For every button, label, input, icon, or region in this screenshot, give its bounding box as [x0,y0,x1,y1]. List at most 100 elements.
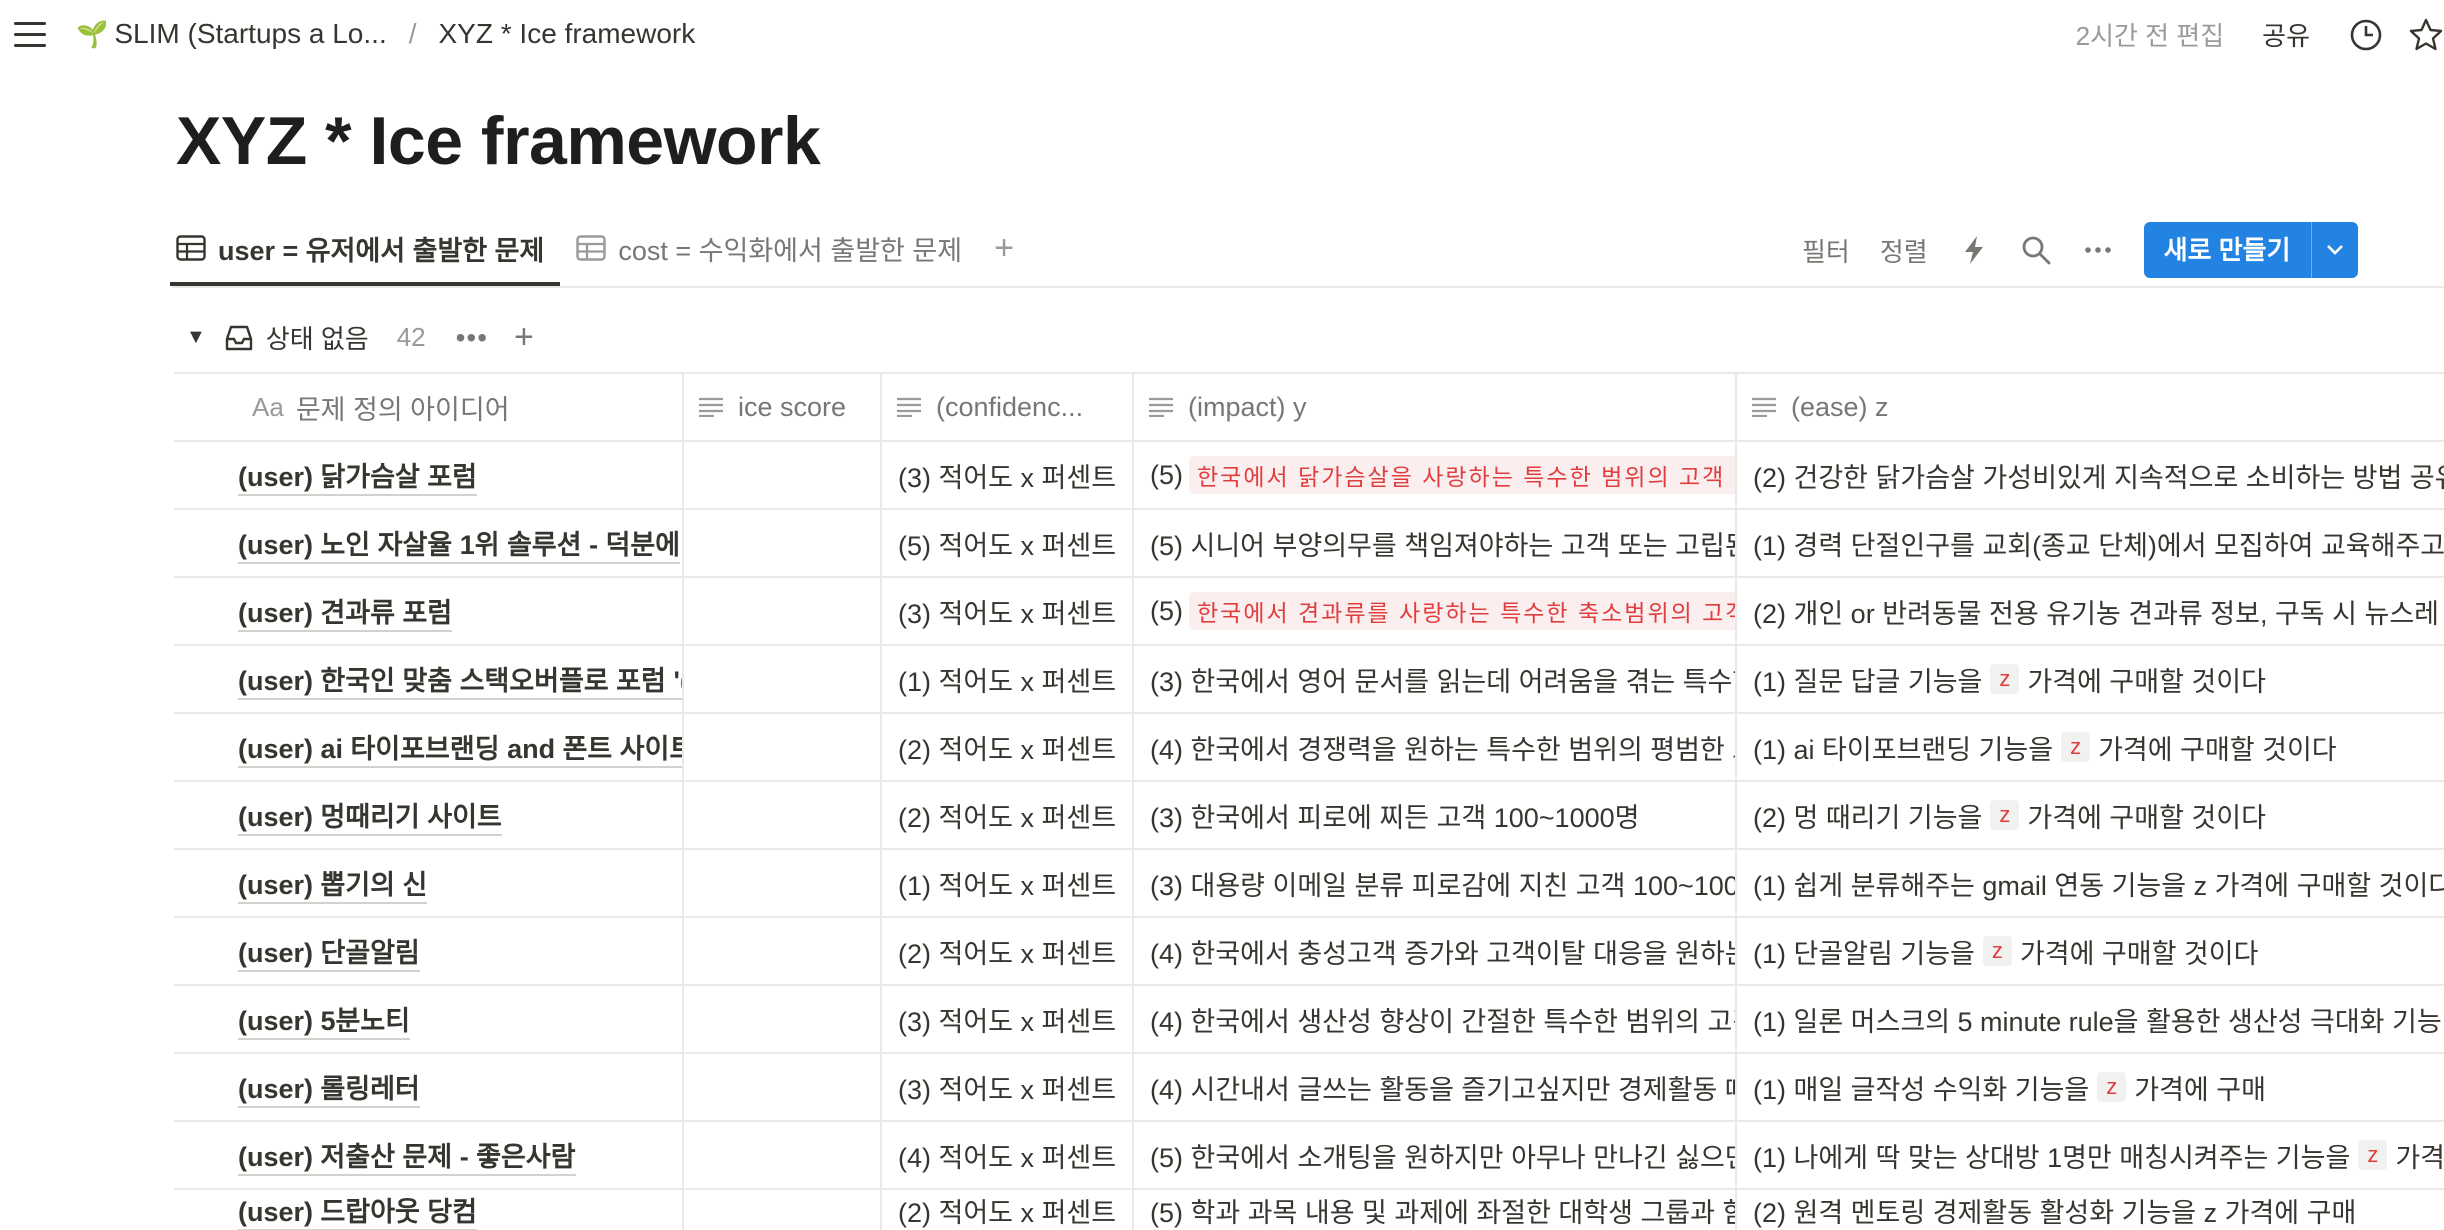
cell-confidence[interactable]: (3) 적어도 x 퍼센트 [882,442,1134,508]
row-title-link[interactable]: (user) 한국인 맞춤 스택오버플로 포럼 '( [238,659,682,700]
cell-confidence[interactable]: (3) 적어도 x 퍼센트 [882,1054,1134,1120]
new-button-label[interactable]: 새로 만들기 [2144,222,2311,278]
table-row[interactable]: (user) 단골알림 (2) 적어도 x 퍼센트 (4) 한국에서 충성고객 증가… [174,918,2444,986]
cell-confidence[interactable]: (2) 적어도 x 퍼센트 [882,1190,1134,1230]
cell-ease[interactable]: (1) 단골알림 기능을 z 가격에 구매할 것이다 [1737,918,2444,984]
cell-impact[interactable]: (3) 한국에서 피로에 찌든 고객 100~1000명 [1134,782,1737,848]
cell-confidence[interactable]: (2) 적어도 x 퍼센트 [882,782,1134,848]
cell-confidence[interactable]: (2) 적어도 x 퍼센트 [882,714,1134,780]
cell-ease[interactable]: (1) ai 타이포브랜딩 기능을 z 가격에 구매할 것이다 [1737,714,2444,780]
cell-ice-score[interactable] [684,442,882,508]
cell-ice-score[interactable] [684,1054,882,1120]
add-view-icon[interactable]: + [994,229,1014,268]
cell-ease[interactable]: (2) 개인 or 반려동물 전용 유기농 견과류 정보, 구독 시 뉴스레 [1737,578,2444,644]
row-title-link[interactable]: (user) 뽑기의 신 [238,863,428,904]
group-add-icon[interactable]: + [514,318,534,357]
table-row[interactable]: (user) ai 타이포브랜딩 and 폰트 사이트 (2) 적어도 x 퍼센트… [174,714,2444,782]
cell-idea[interactable]: (user) 견과류 포럼 [174,578,684,644]
cell-idea[interactable]: (user) 노인 자살율 1위 솔루션 - 덕분에 [174,510,684,576]
table-row[interactable]: (user) 멍때리기 사이트 (2) 적어도 x 퍼센트 (3) 한국에서 피로에… [174,782,2444,850]
column-header-ease[interactable]: (ease) z [1737,374,2444,440]
cell-ease[interactable]: (1) 나에게 딱 맞는 상대방 1명만 매칭시켜주는 기능을 z 가격 [1737,1122,2444,1188]
cell-impact[interactable]: (5) 한국에서 닭가슴살을 사랑하는 특수한 범위의 고객 1 [1134,442,1737,508]
row-title-link[interactable]: (user) 견과류 포럼 [238,591,453,632]
table-row[interactable]: (user) 한국인 맞춤 스택오버플로 포럼 '((1) 적어도 x 퍼센트 (… [174,646,2444,714]
cell-confidence[interactable]: (2) 적어도 x 퍼센트 [882,918,1134,984]
cell-ease[interactable]: (2) 멍 때리기 기능을 z 가격에 구매할 것이다 [1737,782,2444,848]
cell-idea[interactable]: (user) 5분노티 [174,986,684,1052]
breadcrumb-page[interactable]: XYZ * Ice framework [439,18,696,50]
table-row[interactable]: (user) 노인 자살율 1위 솔루션 - 덕분에 (5) 적어도 x 퍼센트 (… [174,510,2444,578]
row-title-link[interactable]: (user) ai 타이포브랜딩 and 폰트 사이트 [238,727,682,768]
cell-idea[interactable]: (user) 뽑기의 신 [174,850,684,916]
cell-ease[interactable]: (2) 건강한 닭가슴살 가성비있게 지속적으로 소비하는 방법 공유 [1737,442,2444,508]
table-row[interactable]: (user) 뽑기의 신 (1) 적어도 x 퍼센트 (3) 대용량 이메일 분류 … [174,850,2444,918]
cell-confidence[interactable]: (1) 적어도 x 퍼센트 [882,646,1134,712]
cell-idea[interactable]: (user) 단골알림 [174,918,684,984]
cell-confidence[interactable]: (5) 적어도 x 퍼센트 [882,510,1134,576]
group-more-icon[interactable]: ••• [456,322,488,354]
cell-impact[interactable]: (5) 학과 과목 내용 및 과제에 좌절한 대학생 그룹과 함 [1134,1190,1737,1230]
row-title-link[interactable]: (user) 멍때리기 사이트 [238,795,502,836]
cell-ice-score[interactable] [684,986,882,1052]
row-title-link[interactable]: (user) 롤링레터 [238,1067,420,1108]
cell-ice-score[interactable] [684,1122,882,1188]
cell-impact[interactable]: (4) 한국에서 경쟁력을 원하는 특수한 범위의 평범한 고 [1134,714,1737,780]
table-row[interactable]: (user) 드랍아웃 당컴 (2) 적어도 x 퍼센트 (5) 학과 과목 내용 … [174,1190,2444,1230]
column-header-impact[interactable]: (impact) y [1134,374,1737,440]
cell-ease[interactable]: (2) 원격 멘토링 경제활동 활성화 기능을 z 가격에 구매 [1737,1190,2444,1230]
cell-impact[interactable]: (3) 대용량 이메일 분류 피로감에 지친 고객 100~1000 [1134,850,1737,916]
column-header-idea[interactable]: Aa 문제 정의 아이디어 [174,374,684,440]
cell-ice-score[interactable] [684,918,882,984]
cell-ice-score[interactable] [684,510,882,576]
row-title-link[interactable]: (user) 노인 자살율 1위 솔루션 - 덕분에 [238,523,681,564]
search-icon[interactable] [2020,234,2052,266]
row-title-link[interactable]: (user) 5분노티 [238,999,411,1040]
cell-ease[interactable]: (1) 경력 단절인구를 교회(종교 단체)에서 모집하여 교육해주고 [1737,510,2444,576]
table-row[interactable]: (user) 롤링레터 (3) 적어도 x 퍼센트 (4) 시간내서 글쓰는 활동을… [174,1054,2444,1122]
table-row[interactable]: (user) 5분노티 (3) 적어도 x 퍼센트 (4) 한국에서 생산성 향상이… [174,986,2444,1054]
cell-ease[interactable]: (1) 쉽게 분류해주는 gmail 연동 기능을 z 가격에 구매할 것이다 [1737,850,2444,916]
cell-ice-score[interactable] [684,782,882,848]
cell-impact[interactable]: (5) 시니어 부양의무를 책임져야하는 고객 또는 고립된 [1134,510,1737,576]
tab-user[interactable]: user = 유저에서 출발한 문제 [169,222,561,286]
more-icon[interactable] [2082,234,2114,266]
cell-idea[interactable]: (user) 멍때리기 사이트 [174,782,684,848]
star-icon[interactable] [2408,17,2444,53]
cell-idea[interactable]: (user) 닭가슴살 포럼 [174,442,684,508]
new-button[interactable]: 새로 만들기 [2143,222,2358,278]
cell-idea[interactable]: (user) 한국인 맞춤 스택오버플로 포럼 '( [174,646,684,712]
table-row[interactable]: (user) 견과류 포럼 (3) 적어도 x 퍼센트 (5) 한국에서 견과류를 사… [174,578,2444,646]
cell-impact[interactable]: (5) 한국에서 견과류를 사랑하는 특수한 축소범위의 고객 [1134,578,1737,644]
table-row[interactable]: (user) 저출산 문제 - 좋은사람 (4) 적어도 x 퍼센트 (5) 한국에… [174,1122,2444,1190]
cell-impact[interactable]: (3) 한국에서 영어 문서를 읽는데 어려움을 겪는 특수한 [1134,646,1737,712]
cell-idea[interactable]: (user) 롤링레터 [174,1054,684,1120]
cell-ice-score[interactable] [684,1190,882,1230]
cell-idea[interactable]: (user) ai 타이포브랜딩 and 폰트 사이트 [174,714,684,780]
lightning-icon[interactable] [1958,234,1990,266]
column-header-ice-score[interactable]: ice score [684,374,882,440]
cell-ice-score[interactable] [684,714,882,780]
cell-confidence[interactable]: (3) 적어도 x 퍼센트 [882,578,1134,644]
row-title-link[interactable]: (user) 단골알림 [238,931,420,972]
menu-icon[interactable] [14,22,46,48]
filter-button[interactable]: 필터 [1802,232,1850,269]
chevron-down-icon[interactable] [2310,222,2358,278]
cell-impact[interactable]: (5) 한국에서 소개팅을 원하지만 아무나 만나긴 싫으면 [1134,1122,1737,1188]
cell-impact[interactable]: (4) 한국에서 생산성 향상이 간절한 특수한 범위의 고객 [1134,986,1737,1052]
cell-ease[interactable]: (1) 일론 머스크의 5 minute rule을 활용한 생산성 극대화 기… [1737,986,2444,1052]
breadcrumb-workspace[interactable]: SLIM (Startups a Lo... [114,18,386,50]
collapse-triangle-icon[interactable]: ▼ [186,326,206,349]
cell-ice-score[interactable] [684,578,882,644]
cell-ease[interactable]: (1) 매일 글작성 수익화 기능을 z 가격에 구매 [1737,1054,2444,1120]
row-title-link[interactable]: (user) 저출산 문제 - 좋은사람 [238,1135,576,1176]
share-button[interactable]: 공유 [2262,16,2310,53]
cell-ice-score[interactable] [684,850,882,916]
row-title-link[interactable]: (user) 드랍아웃 당컴 [238,1190,478,1230]
cell-impact[interactable]: (4) 한국에서 충성고객 증가와 고객이탈 대응을 원하는 [1134,918,1737,984]
column-header-confidence[interactable]: (confidenc... [882,374,1134,440]
cell-idea[interactable]: (user) 드랍아웃 당컴 [174,1190,684,1230]
cell-impact[interactable]: (4) 시간내서 글쓰는 활동을 즐기고싶지만 경제활동 때 [1134,1054,1737,1120]
cell-ease[interactable]: (1) 질문 답글 기능을 z 가격에 구매할 것이다 [1737,646,2444,712]
tab-cost[interactable]: cost = 수익화에서 출발한 문제 [576,222,962,274]
